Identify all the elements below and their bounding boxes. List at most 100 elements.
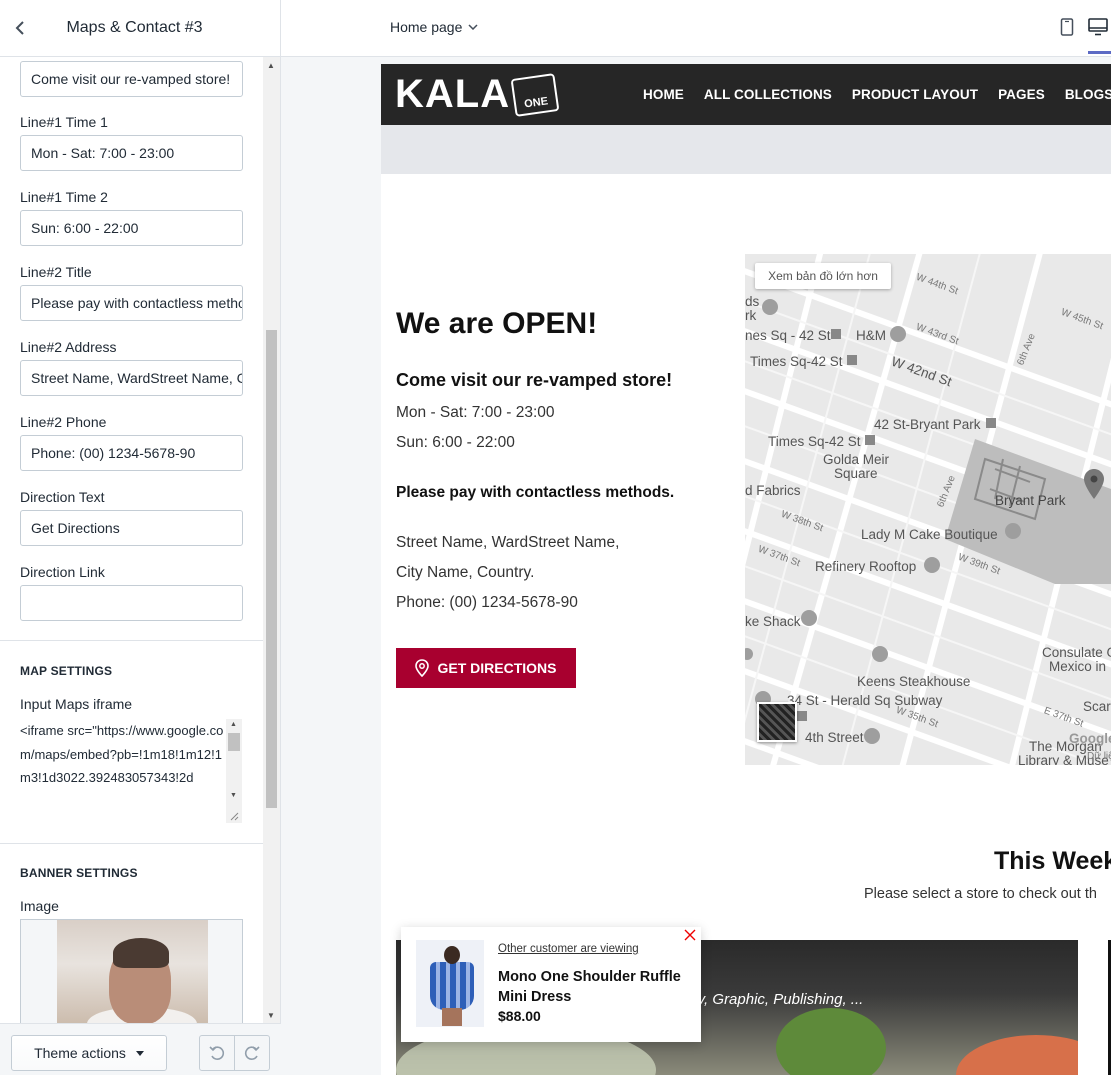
main-nav: HOME ALL COLLECTIONS PRODUCT LAYOUT PAGE… [643,64,1111,125]
store-address-line-2: City Name, Country. [396,564,535,581]
map-label: 42 St-Bryant Park [874,417,981,432]
popup-product-image[interactable] [416,940,484,1027]
mobile-view-button[interactable] [1060,18,1074,41]
undo-button[interactable] [200,1036,234,1070]
resize-handle-icon[interactable] [229,811,239,821]
page-selector[interactable]: Home page [390,19,478,35]
map-label: Refinery Rooftop [815,559,917,574]
banner-image-label: Image [20,898,59,914]
map-label: Consulate G [1042,645,1111,660]
map-label: 4th Street [805,730,864,745]
recent-view-popup[interactable]: Other customer are viewing Mono One Shou… [401,927,701,1042]
theme-actions-button[interactable]: Theme actions [11,1035,167,1071]
redo-icon [244,1046,260,1060]
map-label: nes Sq - 42 St [745,328,831,343]
popup-product-name[interactable]: Mono One Shoulder Ruffle Mini Dress [498,967,693,1007]
line2-phone-label: Line#2 Phone [20,414,107,430]
get-directions-label: GET DIRECTIONS [437,660,557,676]
nav-item-all-collections[interactable]: ALL COLLECTIONS [704,87,832,102]
line1-time1-label: Line#1 Time 1 [20,114,108,130]
get-directions-button[interactable]: GET DIRECTIONS [396,648,576,688]
section-title: Maps & Contact #3 [66,19,203,36]
direction-text-input[interactable]: Get Directions [20,510,243,546]
theme-actions-label: Theme actions [34,1045,126,1061]
settings-scroll-area[interactable]: Come visit our re-vamped store! Line#1 T… [0,57,263,1023]
satellite-toggle-thumbnail[interactable] [757,702,797,742]
back-chevron-icon[interactable] [0,0,40,57]
nav-item-pages[interactable]: PAGES [998,87,1045,102]
line2-address-label: Line#2 Address [20,339,117,355]
line2-address-input[interactable]: Street Name, WardStreet Name, City Name,… [20,360,243,396]
view-larger-map-button[interactable]: Xem bản đồ lớn hơn [755,263,891,289]
maps-iframe-textarea[interactable]: <iframe src="https://www.google.com/maps… [20,719,243,823]
map-label: Mexico in [1049,659,1107,674]
open-heading: We are OPEN! [396,307,598,340]
popup-close-icon[interactable] [684,928,696,945]
map-label-bryant-park: Bryant Park [995,493,1066,508]
store-address-line-1: Street Name, WardStreet Name, [396,534,620,551]
banner-image-picker[interactable] [20,919,243,1023]
map-label: ds [745,294,760,309]
sidebar-footer: Theme actions [0,1023,281,1075]
maps-iframe-label: Input Maps iframe [20,696,133,712]
map-label: d Fabrics [745,483,801,498]
theme-editor-sidebar: Maps & Contact #3 Come visit our re-vamp… [0,0,281,1075]
google-map-embed[interactable]: Xem bản đồ lớn hơn ds rk nes Sq - 42 St … [745,254,1111,765]
direction-link-input[interactable] [20,585,243,621]
store-logo[interactable]: KALA ONE [395,72,560,117]
map-settings-heading: MAP SETTINGS [20,664,113,678]
sidebar-header: Maps & Contact #3 [0,0,281,57]
location-pin-icon [415,659,430,677]
this-week-heading: This Week [994,847,1111,875]
textarea-scrollbar[interactable]: ▲ ▼ [226,719,242,823]
store-line1-title: Come visit our re-vamped store! [396,370,673,390]
map-label: Square [834,466,878,481]
line2-title-input[interactable]: Please pay with contactless methods. [20,285,243,321]
line2-phone-input[interactable]: Phone: (00) 1234-5678-90 [20,435,243,471]
map-data-credit: Dữ liệ [1087,751,1111,762]
store-line2-title: Please pay with contactless methods. [396,484,675,501]
nav-item-blogs[interactable]: BLOGS [1065,87,1111,102]
map-label: Times Sq-42 St [750,354,843,369]
store-time-1: Mon - Sat: 7:00 - 23:00 [396,404,555,421]
map-label: ke Shack [745,614,801,629]
line1-title-input[interactable]: Come visit our re-vamped store! [20,61,243,97]
undo-icon [209,1046,225,1060]
popup-product-price: $88.00 [498,1008,541,1024]
banner-image-thumbnail [57,920,208,1023]
map-label: Golda Meir [823,452,890,467]
sidebar-scrollbar-thumb[interactable] [266,330,277,808]
nav-item-home[interactable]: HOME [643,87,684,102]
store-time-2: Sun: 6:00 - 22:00 [396,434,515,451]
map-label: H&M [856,328,886,343]
announcement-strip [381,125,1111,174]
section-divider [0,843,263,844]
redo-button[interactable] [234,1036,269,1070]
this-week-subtitle: Please select a store to check out th [864,886,1097,902]
map-label: Lady M Cake Boutique [861,527,998,542]
popup-viewing-text: Other customer are viewing [498,943,639,955]
nav-item-product-layout[interactable]: PRODUCT LAYOUT [852,87,978,102]
map-label: Scar [1083,699,1111,714]
active-device-indicator [1088,51,1111,54]
preview-toolbar: Home page [281,0,1111,57]
line1-time1-input[interactable]: Mon - Sat: 7:00 - 23:00 [20,135,243,171]
storefront-preview: KALA ONE HOME ALL COLLECTIONS PRODUCT LA… [381,64,1111,1075]
page-selector-label: Home page [390,19,463,35]
map-label: Keens Steakhouse [857,674,971,689]
sidebar-scrollbar[interactable]: ▲ ▼ [263,57,280,1023]
line1-time2-input[interactable]: Sun: 6:00 - 22:00 [20,210,243,246]
store-header: KALA ONE HOME ALL COLLECTIONS PRODUCT LA… [381,64,1111,125]
banner-settings-heading: BANNER SETTINGS [20,866,138,880]
direction-link-label: Direction Link [20,564,105,580]
desktop-device-icon [1088,18,1108,36]
caret-down-icon [135,1050,144,1056]
desktop-view-button[interactable] [1088,18,1111,57]
line2-title-label: Line#2 Title [20,264,92,280]
mobile-device-icon [1060,18,1074,36]
direction-text-label: Direction Text [20,489,105,505]
chevron-down-icon [468,24,478,30]
section-divider [0,640,263,641]
logo-badge-icon: ONE [510,73,560,117]
store-phone: Phone: (00) 1234-5678-90 [396,594,578,611]
